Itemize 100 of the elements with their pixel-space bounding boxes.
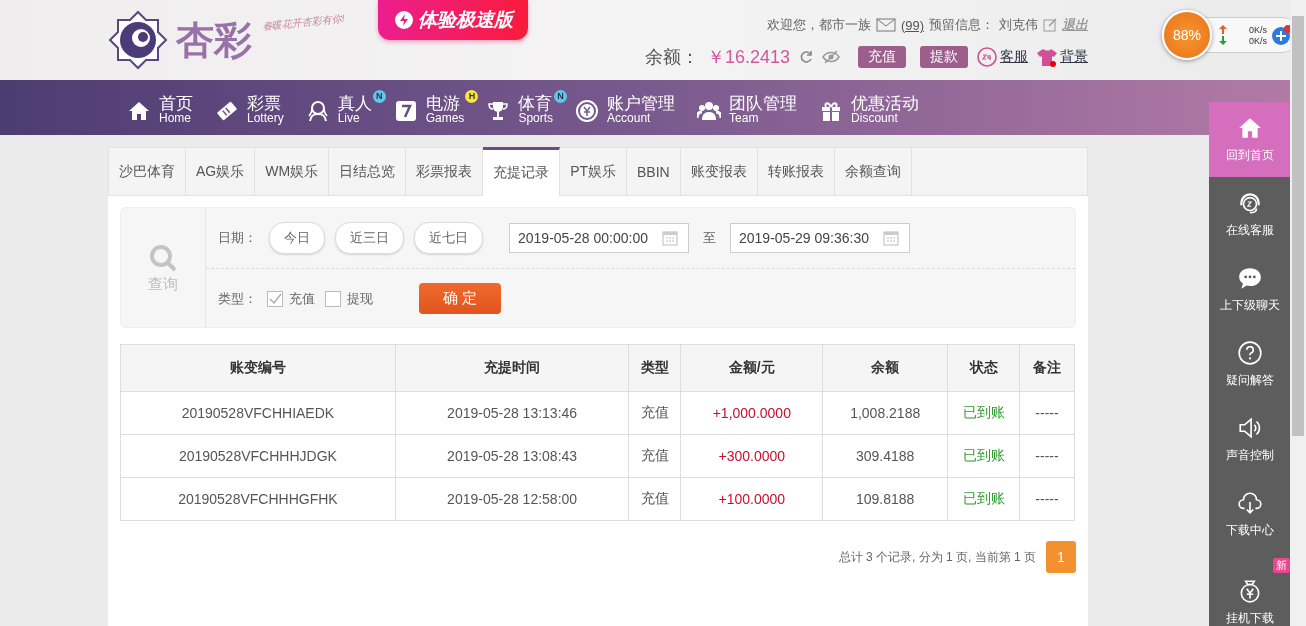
speed-version-button[interactable]: 体验极速版 xyxy=(378,0,528,40)
report-tab[interactable]: WM娱乐 xyxy=(255,148,330,195)
up-arrow-icon xyxy=(1219,24,1227,34)
welcome-text: 欢迎您，都市一族 xyxy=(766,16,871,34)
calendar-icon[interactable] xyxy=(662,230,678,246)
checkbox[interactable] xyxy=(267,290,283,307)
headset-24-icon xyxy=(976,46,998,68)
upload-speed: 0K/s xyxy=(1248,24,1267,35)
nav-item[interactable]: 团队管理 Team xyxy=(697,89,812,126)
nav-item[interactable]: 优惠活动 Discount xyxy=(819,89,934,126)
nav-item[interactable]: 账户管理 Account xyxy=(575,89,690,126)
speaker-icon xyxy=(1236,415,1263,441)
report-tab[interactable]: 账变报表 xyxy=(680,148,758,195)
eye-hidden-icon[interactable] xyxy=(822,50,840,64)
side-menu-item[interactable]: 挂机下载 新 xyxy=(1209,558,1290,626)
table-cell: 已到账 xyxy=(947,434,1020,478)
to-label: 至 xyxy=(703,229,716,247)
column-header: 类型 xyxy=(628,344,681,392)
column-header: 状态 xyxy=(947,344,1020,392)
lightning-icon xyxy=(393,10,414,30)
seven-icon xyxy=(393,98,418,123)
side-menu-item[interactable]: 下载中心 xyxy=(1209,477,1290,552)
nav-badge: N xyxy=(554,89,568,103)
date-range-button[interactable]: 近七日 xyxy=(414,222,483,254)
report-tab[interactable]: 余额查询 xyxy=(834,148,912,195)
side-menu-item[interactable]: 在线客服 xyxy=(1209,177,1290,252)
report-tab[interactable]: BBIN xyxy=(627,148,681,195)
report-tab[interactable]: 沙巴体育 xyxy=(109,148,186,195)
column-header: 余额 xyxy=(822,344,948,392)
withdraw-button[interactable]: 提款 xyxy=(920,46,968,68)
date-range-button[interactable]: 近三日 xyxy=(335,222,404,254)
report-tab[interactable]: 日结总览 xyxy=(329,148,407,195)
table-cell: 2019-05-28 12:58:00 xyxy=(395,477,629,521)
checkbox-label: 充值 xyxy=(289,289,315,308)
table-cell: 109.8188 xyxy=(822,477,948,521)
nav-badge: N xyxy=(372,89,386,103)
nav-item[interactable]: 真人 Live N xyxy=(305,89,386,126)
side-menu-item[interactable]: 声音控制 xyxy=(1209,402,1290,477)
table-cell: 1,008.2188 xyxy=(822,391,948,435)
table-cell: 20190528VFCHHHJDGK xyxy=(120,434,396,478)
table-cell: 已到账 xyxy=(947,477,1020,521)
mail-count-link[interactable]: (99) xyxy=(900,17,924,33)
table-cell: +100.0000 xyxy=(680,477,823,521)
report-tab[interactable]: 充提记录 xyxy=(483,147,561,196)
search-label: 查询 xyxy=(148,274,178,294)
table-cell: 充值 xyxy=(628,391,681,435)
column-header: 金额/元 xyxy=(680,344,823,392)
calendar-icon[interactable] xyxy=(883,230,899,246)
cloud-download-icon xyxy=(1236,490,1263,516)
table-cell: ----- xyxy=(1019,391,1075,435)
reserved-info-label: 预留信息： xyxy=(929,16,994,34)
logo-emblem-icon xyxy=(108,10,168,70)
confirm-button[interactable]: 确 定 xyxy=(419,283,501,314)
balance-value: ￥16.2413 xyxy=(706,46,790,69)
yen-coin-icon xyxy=(575,98,600,123)
envelope-icon xyxy=(875,18,896,32)
scrollbar-thumb[interactable] xyxy=(1292,16,1304,436)
nav-badge: H xyxy=(465,89,479,103)
balance-label: 余额： xyxy=(644,46,699,69)
report-tab[interactable]: AG娱乐 xyxy=(186,148,256,195)
end-date-field[interactable]: 2019-05-29 09:36:30 xyxy=(730,223,910,253)
shirt-icon xyxy=(1036,47,1058,67)
logo-text: 杏彩 xyxy=(176,15,252,64)
type-label: 类型： xyxy=(218,289,257,308)
nav-item[interactable]: 首页 Home xyxy=(127,89,207,126)
deposit-button[interactable]: 充值 xyxy=(858,46,906,68)
table-cell: ----- xyxy=(1019,434,1075,478)
table-cell: +1,000.0000 xyxy=(680,391,823,435)
date-label: 日期： xyxy=(218,229,257,247)
checkbox-label: 提现 xyxy=(347,289,373,308)
table-cell: 已到账 xyxy=(947,391,1020,435)
table-cell: 20190528VFCHHHGFHK xyxy=(120,477,396,521)
slogan: 春暖花开杏彩有你! xyxy=(261,11,346,35)
edit-icon[interactable] xyxy=(1043,18,1057,32)
report-tab[interactable]: PT娱乐 xyxy=(560,148,627,195)
refresh-icon[interactable] xyxy=(798,49,814,65)
table-cell: 2019-05-28 13:13:46 xyxy=(395,391,629,435)
side-menu-item[interactable]: 上下级聊天 xyxy=(1209,252,1290,327)
table-cell: 充值 xyxy=(628,477,681,521)
new-badge: 新 xyxy=(1273,558,1290,573)
pagination-summary: 总计 3 个记录, 分为 1 页, 当前第 1 页 xyxy=(838,548,1036,566)
download-speed: 0K/s xyxy=(1248,35,1267,46)
date-range-button[interactable]: 今日 xyxy=(269,222,325,254)
report-tab[interactable]: 转账报表 xyxy=(757,148,835,195)
nav-item[interactable]: 电游 Games H xyxy=(393,89,479,126)
table-cell: 20190528VFCHHIAEDK xyxy=(120,391,396,435)
chat-bubble-icon xyxy=(1236,265,1263,291)
table-cell: 充值 xyxy=(628,434,681,478)
column-header: 备注 xyxy=(1019,344,1075,392)
table-cell: 2019-05-28 13:08:43 xyxy=(395,434,629,478)
start-date-field[interactable]: 2019-05-28 00:00:00 xyxy=(509,223,689,253)
background-link[interactable]: 背景 xyxy=(1036,47,1088,67)
table-cell: +300.0000 xyxy=(680,434,823,478)
nav-item[interactable]: 体育 Sports N xyxy=(486,89,568,126)
reserved-name: 刘克伟 xyxy=(999,16,1038,34)
side-menu-item[interactable]: 疑问解答 xyxy=(1209,327,1290,402)
service-link[interactable]: 客服 xyxy=(976,46,1028,68)
checkbox[interactable] xyxy=(325,290,341,307)
search-icon[interactable] xyxy=(148,242,178,273)
nav-item[interactable]: 彩票 Lottery xyxy=(215,89,298,126)
